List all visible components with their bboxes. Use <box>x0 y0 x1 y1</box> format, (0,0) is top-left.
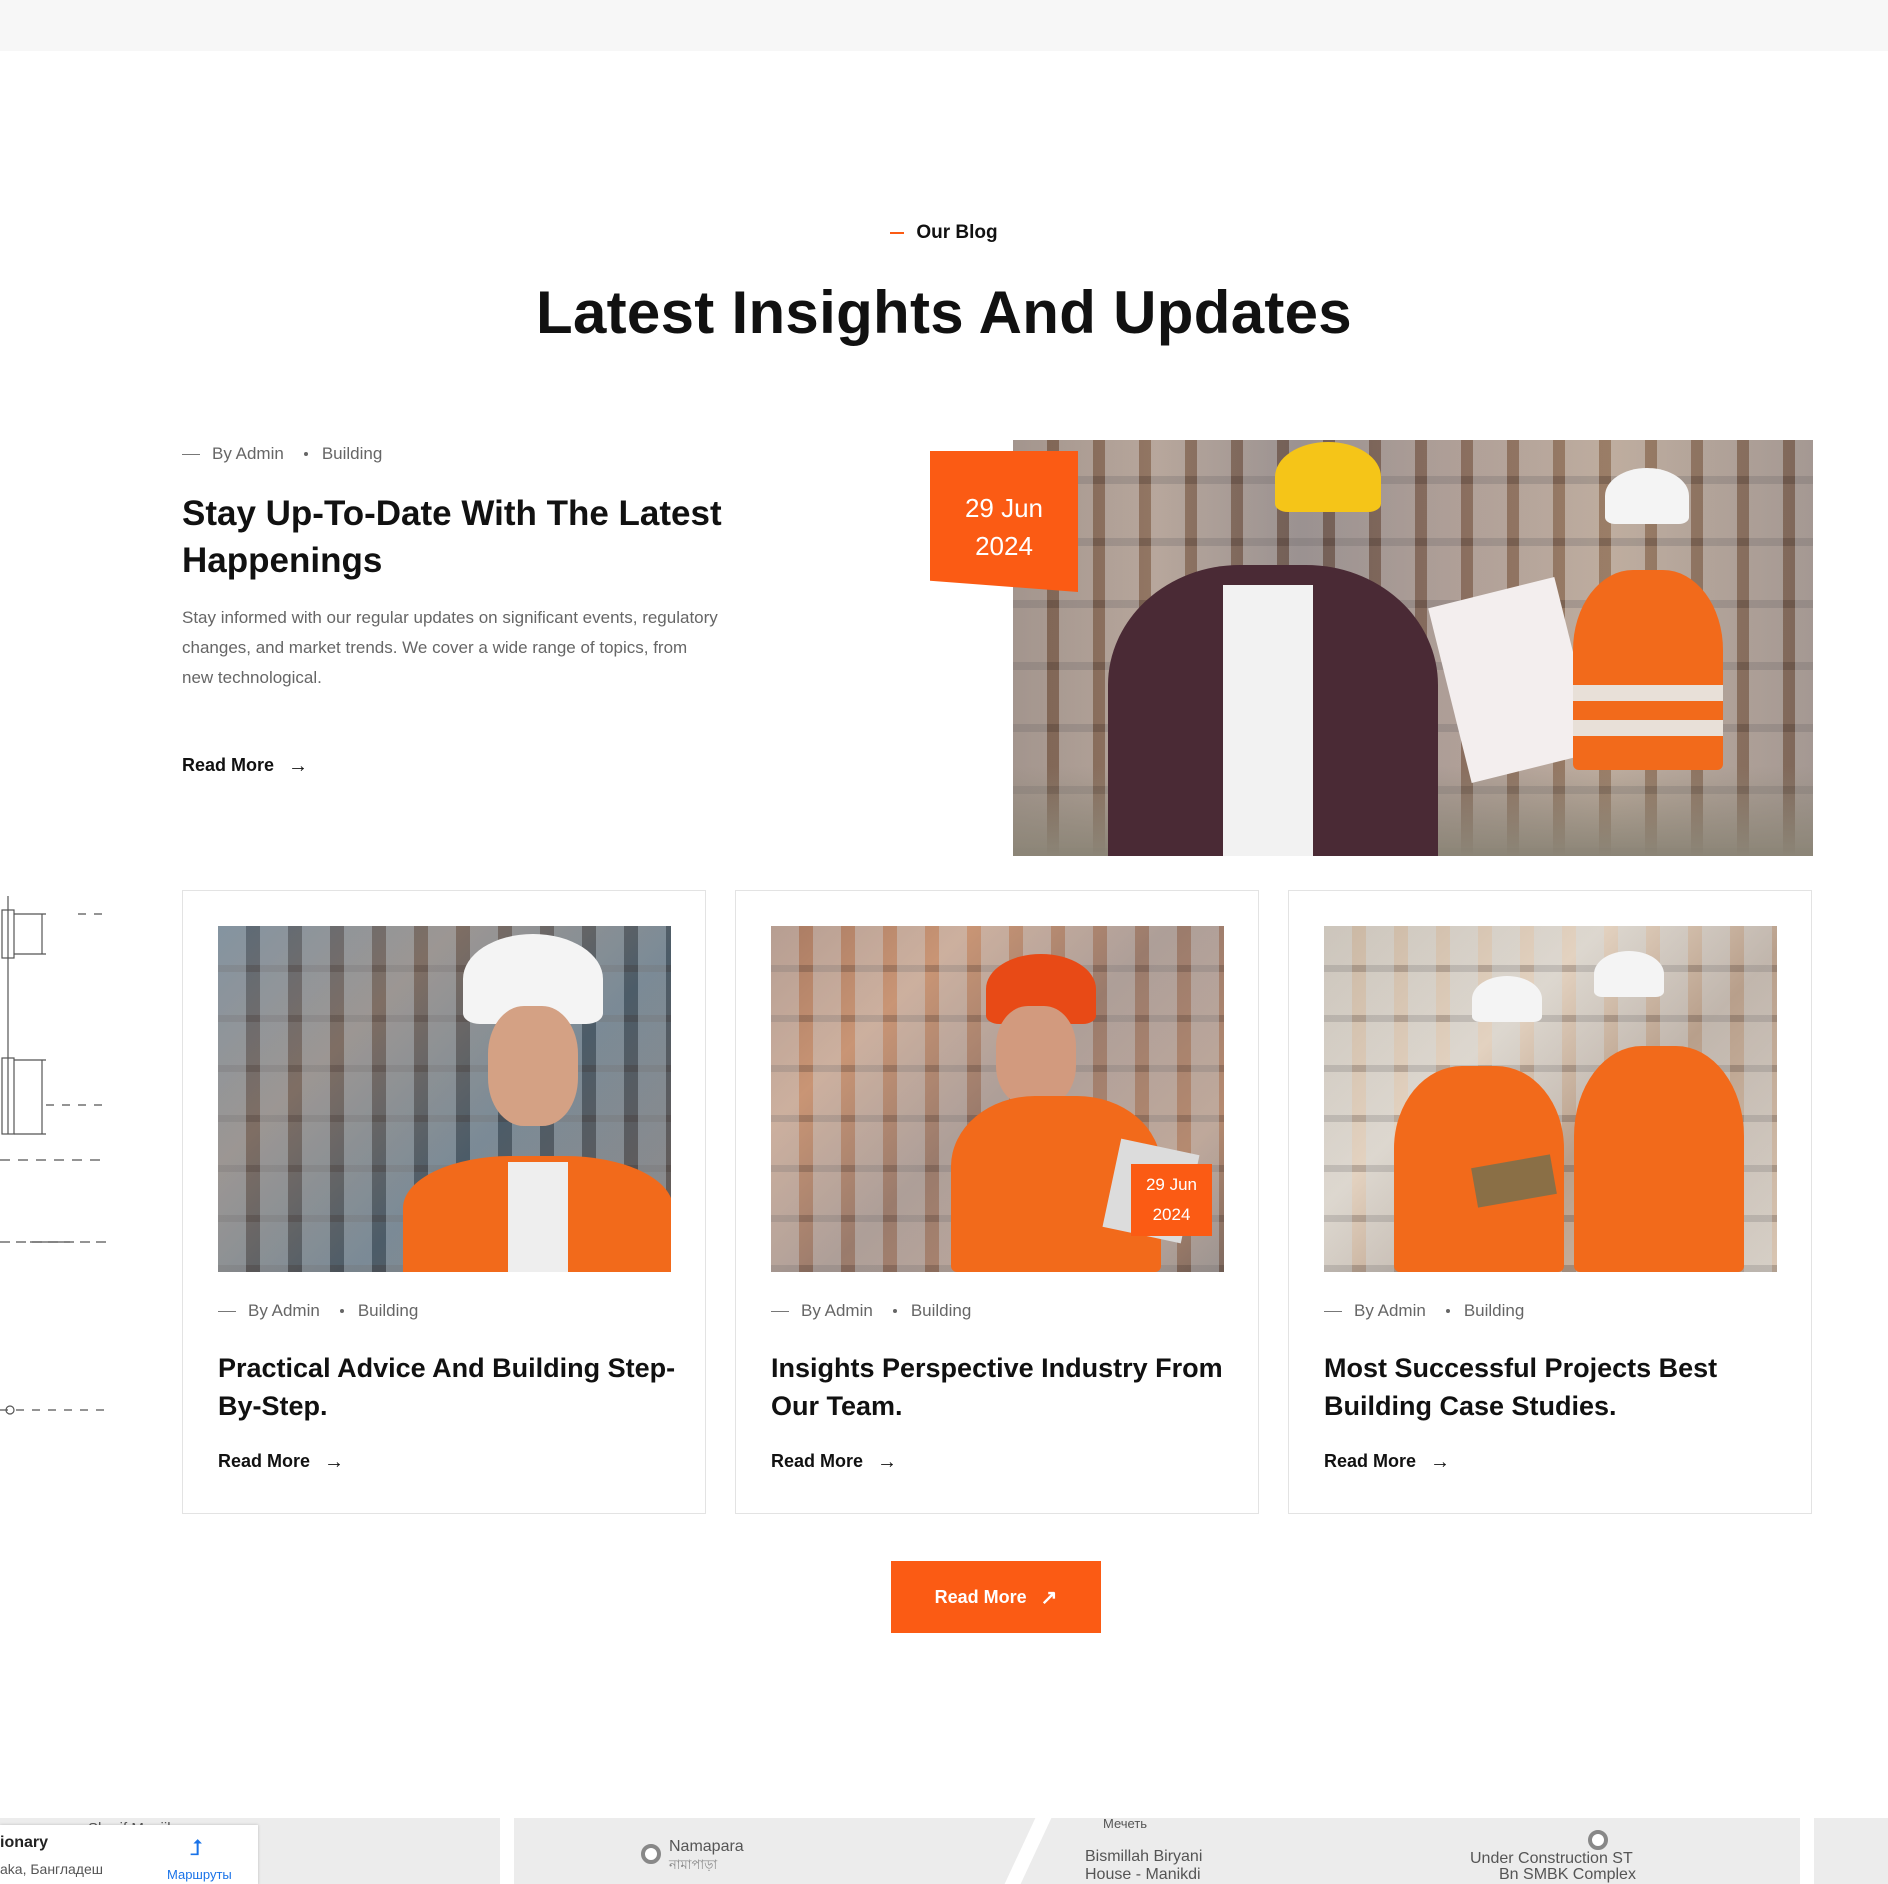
section-eyebrow: Our Blog <box>0 222 1888 244</box>
map-label: Мечеть <box>1103 1818 1148 1831</box>
top-bar <box>0 0 1888 51</box>
post-author[interactable]: By Admin <box>1354 1301 1426 1321</box>
map-place-title: ionary <box>0 1834 49 1851</box>
date-year: 2024 <box>1152 1205 1191 1224</box>
post-author[interactable]: By Admin <box>801 1301 873 1321</box>
meta-line <box>218 1310 236 1312</box>
post-title[interactable]: Practical Advice And Building Step-By-St… <box>218 1349 678 1425</box>
post-date-badge: 29 Jun 2024 <box>1131 1164 1212 1236</box>
map-label: নামাপাড়া <box>669 1857 718 1872</box>
arrow-up-right-icon: ↗ <box>1040 1586 1058 1609</box>
map-label: Namapara <box>669 1838 744 1855</box>
eyebrow-dash <box>890 232 905 234</box>
white-hardhat <box>1605 468 1689 524</box>
meta-dot <box>1445 1309 1450 1313</box>
post-title[interactable]: Insights Perspective Industry From Our T… <box>771 1349 1231 1425</box>
worker-tshirt <box>1223 585 1313 856</box>
arrow-right-icon: → <box>288 754 309 777</box>
date-day: 29 Jun <box>964 493 1044 523</box>
directions-icon[interactable]: ⮥ <box>190 1835 203 1861</box>
featured-title[interactable]: Stay Up-To-Date With The Latest Happenin… <box>182 490 742 584</box>
map-place-address: aka, Бангладеш <box>0 1861 103 1877</box>
post-read-more-link[interactable]: Read More → <box>218 1451 344 1472</box>
featured-image[interactable] <box>1013 440 1813 856</box>
directions-label[interactable]: Маршруты <box>167 1867 232 1882</box>
meta-line <box>771 1310 789 1312</box>
map-road <box>500 1818 514 1884</box>
featured-date-badge: 29 Jun 2024 <box>930 451 1078 592</box>
meta-dot <box>339 1309 344 1313</box>
arrow-right-icon: → <box>324 1450 345 1473</box>
meta-dot <box>303 452 308 456</box>
post-card[interactable]: By Admin Building Practical Advice And B… <box>182 890 706 1514</box>
post-category[interactable]: Building <box>911 1301 972 1321</box>
worker-face <box>488 1006 578 1126</box>
arrow-right-icon: → <box>1430 1450 1451 1473</box>
post-category[interactable]: Building <box>1464 1301 1525 1321</box>
post-author[interactable]: By Admin <box>248 1301 320 1321</box>
read-more-button[interactable]: Read More ↗ <box>891 1561 1101 1633</box>
map-pin-icon[interactable] <box>1588 1830 1608 1850</box>
meta-line <box>1324 1310 1342 1312</box>
featured-read-more-label: Read More <box>182 755 275 775</box>
white-hardhat <box>1594 951 1664 997</box>
read-more-label: Read More <box>218 1451 311 1471</box>
orange-vest <box>1573 570 1723 770</box>
post-image[interactable] <box>218 926 671 1272</box>
featured-meta: By Admin Building <box>182 444 382 464</box>
map-road <box>1004 1818 1052 1884</box>
yellow-hardhat <box>1275 442 1381 512</box>
worker-shirt <box>508 1162 568 1272</box>
featured-author[interactable]: By Admin <box>212 444 284 464</box>
post-title[interactable]: Most Successful Projects Best Building C… <box>1324 1349 1784 1425</box>
blueprint-decoration <box>0 896 106 1415</box>
read-more-label: Read More <box>771 1451 864 1471</box>
post-card[interactable]: 29 Jun 2024 By Admin Building Insights P… <box>735 890 1259 1514</box>
featured-category[interactable]: Building <box>322 444 383 464</box>
location-map[interactable]: Sharif Monjil Namapara নামাপাড়া Мечеть … <box>0 1818 1888 1884</box>
post-meta: By Admin Building <box>771 1301 971 1321</box>
date-year: 2024 <box>975 531 1033 561</box>
date-day: 29 Jun <box>1145 1175 1198 1194</box>
arrow-right-icon: → <box>877 1450 898 1473</box>
post-meta: By Admin Building <box>1324 1301 1524 1321</box>
post-category[interactable]: Building <box>358 1301 419 1321</box>
map-pin-icon[interactable] <box>641 1844 661 1864</box>
map-label: House - Manikdi <box>1085 1866 1201 1883</box>
white-hardhat <box>1472 976 1542 1022</box>
orange-vest <box>1574 1046 1744 1272</box>
map-place-card[interactable]: ionary aka, Бангладеш ⮥ Маршруты <box>0 1825 258 1884</box>
section-title: Latest Insights And Updates <box>536 279 1352 346</box>
post-image[interactable]: 29 Jun 2024 <box>771 926 1224 1272</box>
vest-stripe <box>1573 720 1723 736</box>
post-meta: By Admin Building <box>218 1301 418 1321</box>
post-card[interactable]: By Admin Building Most Successful Projec… <box>1288 890 1812 1514</box>
post-read-more-link[interactable]: Read More → <box>1324 1451 1450 1472</box>
featured-excerpt: Stay informed with our regular updates o… <box>182 608 718 687</box>
featured-read-more-link[interactable]: Read More → <box>182 755 308 776</box>
map-label: Bn SMBK Complex <box>1499 1866 1636 1883</box>
worker-face <box>996 1006 1076 1106</box>
cta-label: Read More <box>934 1586 1027 1607</box>
post-read-more-link[interactable]: Read More → <box>771 1451 897 1472</box>
read-more-label: Read More <box>1324 1451 1417 1471</box>
eyebrow-label: Our Blog <box>916 222 998 243</box>
vest-stripe <box>1573 685 1723 701</box>
meta-line <box>182 453 200 455</box>
map-road <box>1800 1818 1814 1884</box>
meta-dot <box>892 1309 897 1313</box>
post-image[interactable] <box>1324 926 1777 1272</box>
map-label: Bismillah Biryani <box>1085 1848 1203 1865</box>
